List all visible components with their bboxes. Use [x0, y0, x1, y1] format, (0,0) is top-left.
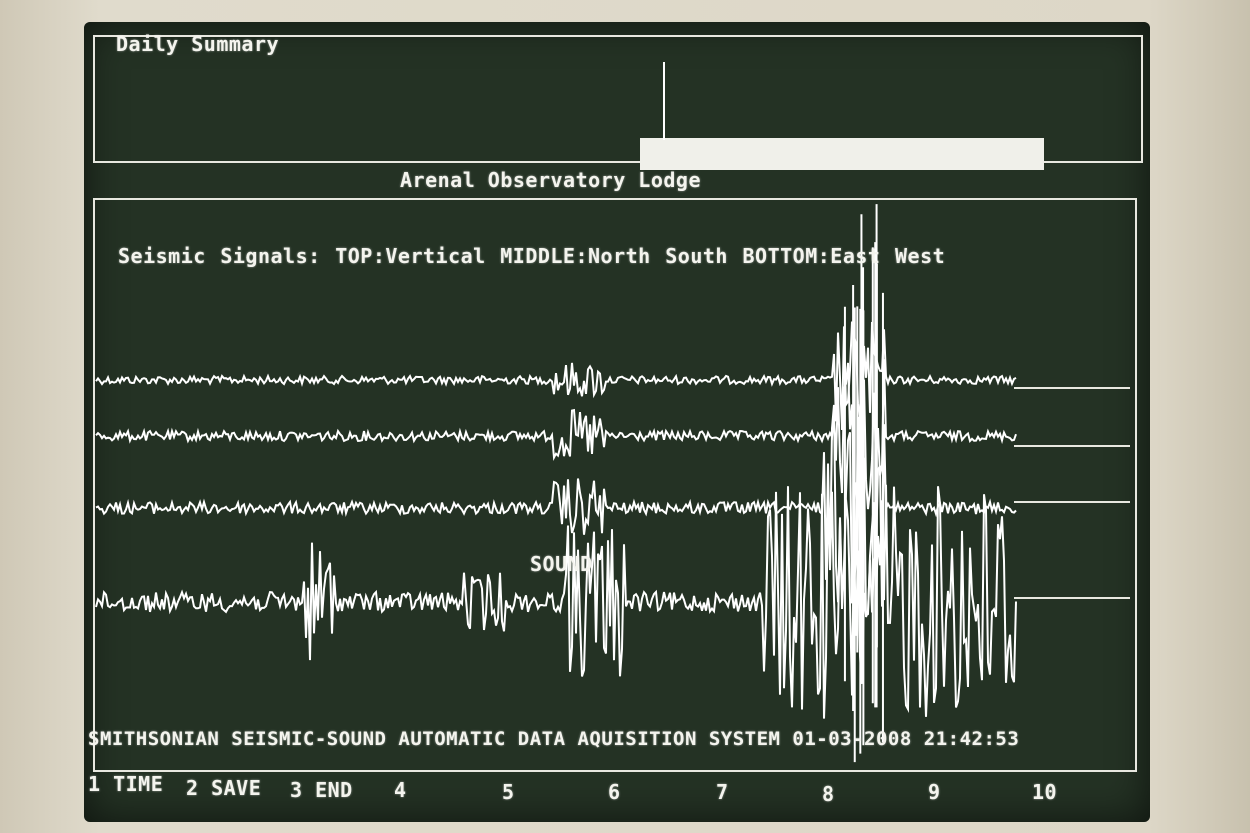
- signals-frame: [93, 198, 1137, 772]
- system-title: SMITHSONIAN SEISMIC-SOUND AUTOMATIC DATA…: [88, 728, 1019, 750]
- system-name: SMITHSONIAN SEISMIC-SOUND AUTOMATIC DATA…: [88, 728, 781, 750]
- fkey-7[interactable]: 7: [716, 780, 729, 804]
- seismic-traces: [95, 204, 1017, 763]
- screen-graphics: [93, 35, 1143, 772]
- daily-summary-bar: [640, 138, 1044, 170]
- monitor-screen: Daily Summary Arenal Observatory Lodge S…: [84, 22, 1150, 822]
- fkey-10[interactable]: 10: [1032, 780, 1057, 804]
- fkey-1-time[interactable]: 1 TIME: [88, 772, 163, 796]
- fkey-8[interactable]: 8: [822, 782, 835, 806]
- sound-label: SOUND: [530, 552, 593, 576]
- fkey-3-end[interactable]: 3 END: [290, 778, 353, 802]
- channel-dividers: [1014, 387, 1130, 599]
- time-readout: 21:42:53: [923, 728, 1020, 750]
- date-readout: 01-03-2008: [792, 728, 912, 750]
- fkey-5[interactable]: 5: [502, 780, 515, 804]
- fkey-2-save[interactable]: 2 SAVE: [186, 776, 261, 800]
- seismic-legend: Seismic Signals: TOP:Vertical MIDDLE:Nor…: [118, 244, 946, 268]
- trace-sound: [95, 484, 1017, 719]
- fkey-9[interactable]: 9: [928, 780, 941, 804]
- daily-summary-title: Daily Summary: [116, 32, 280, 56]
- fkey-6[interactable]: 6: [608, 780, 621, 804]
- trace-vertical: [95, 321, 1017, 430]
- fkey-4[interactable]: 4: [394, 778, 407, 802]
- station-name: Arenal Observatory Lodge: [400, 168, 701, 192]
